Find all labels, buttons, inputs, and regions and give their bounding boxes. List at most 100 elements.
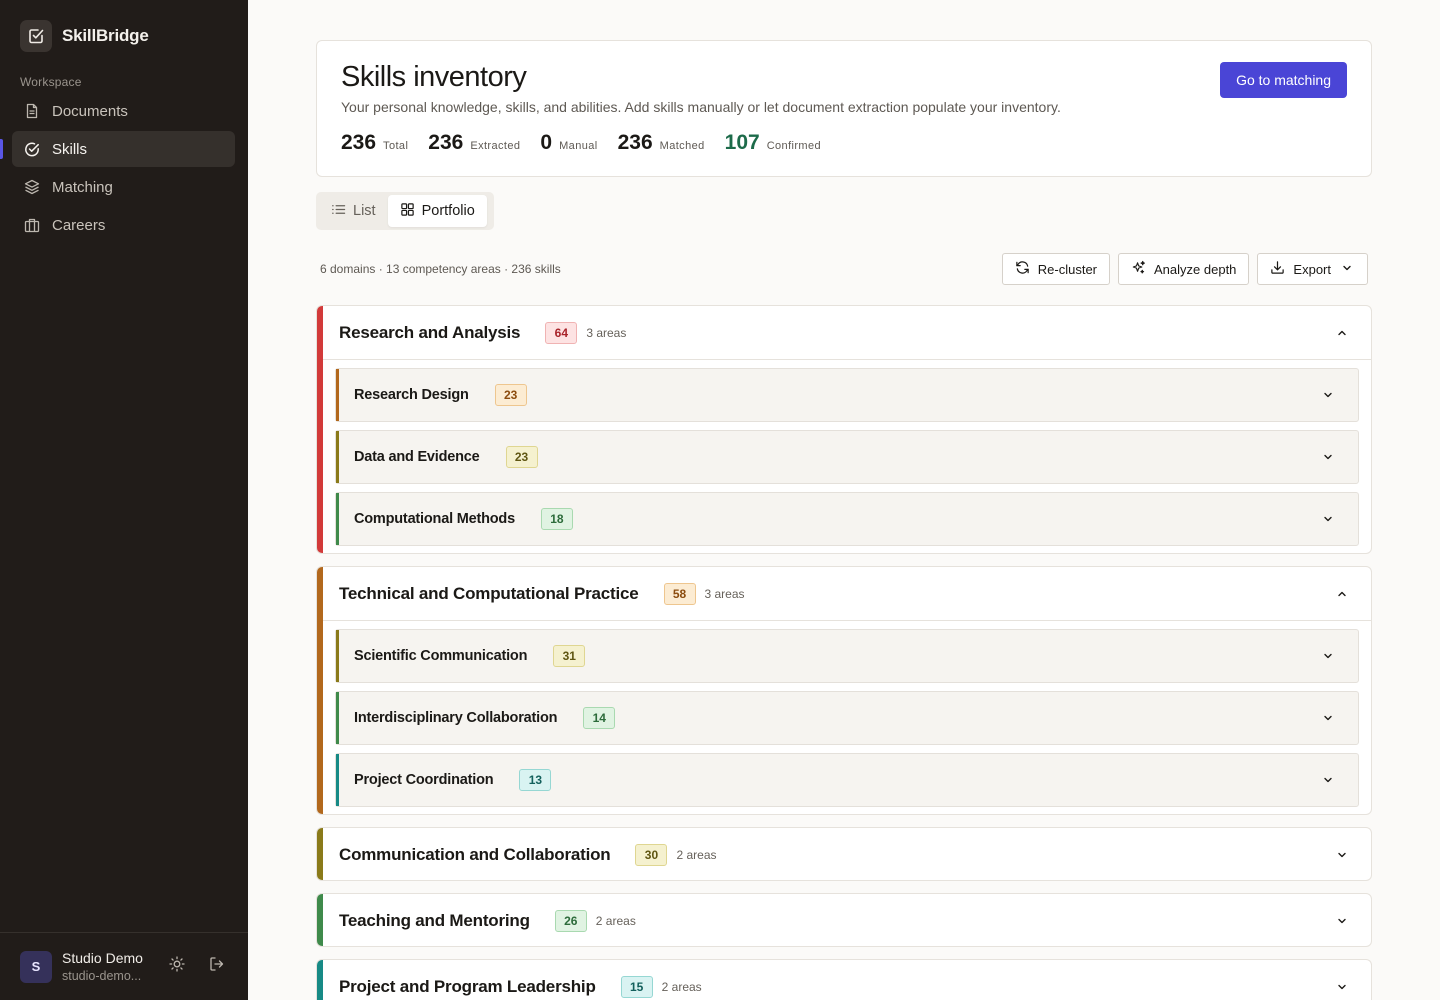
stat-label: Total	[383, 140, 409, 152]
chevron-up-icon[interactable]	[1335, 326, 1349, 340]
area-color-bar	[336, 369, 339, 421]
user-email: studio-demo...	[62, 969, 142, 983]
competency-area[interactable]: Computational Methods 18	[335, 492, 1359, 546]
layers-icon	[24, 179, 40, 195]
area-count-badge: 18	[540, 508, 573, 530]
domain-header[interactable]: Technical and Computational Practice 58 …	[317, 567, 1371, 620]
view-toggle: List Portfolio	[316, 192, 494, 230]
sidebar-item-documents[interactable]: Documents	[12, 93, 235, 129]
chevron-down-icon[interactable]	[1335, 914, 1349, 928]
briefcase-icon	[24, 217, 40, 233]
stat-value: 107	[724, 131, 760, 154]
page-subtitle: Your personal knowledge, skills, and abi…	[341, 99, 1061, 115]
domain-count-badge: 64	[545, 321, 578, 344]
logout-button[interactable]	[203, 953, 231, 981]
stat-value: 236	[341, 131, 377, 154]
sidebar-item-skills[interactable]: Skills	[0, 131, 235, 167]
grid-icon	[400, 202, 415, 221]
brand[interactable]: SkillBridge	[20, 20, 149, 52]
area-count-badge: 13	[519, 769, 552, 791]
chevron-down-icon[interactable]	[1321, 711, 1335, 725]
domain-areas-count: 2 areas	[595, 913, 636, 928]
domain-areas-count: 2 areas	[661, 979, 702, 994]
chevron-down-icon[interactable]	[1321, 388, 1335, 402]
sidebar-item-label: Skills	[52, 140, 88, 158]
competency-area[interactable]: Data and Evidence 23	[335, 430, 1359, 484]
header-card: Skills inventory Your personal knowledge…	[316, 40, 1372, 177]
domain-card: Research and Analysis 64 3 areas Researc…	[316, 305, 1372, 554]
stat-label: Manual	[559, 140, 598, 152]
stat-label: Confirmed	[766, 140, 822, 152]
export-label: Export	[1293, 261, 1331, 277]
sidebar-item-careers[interactable]: Careers	[12, 207, 235, 243]
chevron-down-icon	[1341, 262, 1353, 277]
domain-card: Communication and Collaboration 30 2 are…	[316, 827, 1372, 881]
domain-title: Teaching and Mentoring	[339, 910, 530, 930]
refresh-icon	[1015, 260, 1030, 278]
area-title: Interdisciplinary Collaboration	[354, 710, 558, 726]
stat-label: Extracted	[470, 140, 521, 152]
sidebar-item-label: Careers	[52, 216, 106, 234]
area-count-badge: 23	[494, 384, 527, 406]
user-info: Studio Demo studio-demo...	[62, 950, 152, 983]
portfolio-summary: 6 domains · 13 competency areas · 236 sk…	[320, 262, 561, 276]
stat-extracted: 236 Extracted	[428, 131, 520, 155]
stat-value: 236	[617, 131, 653, 154]
competency-area[interactable]: Scientific Communication 31	[335, 629, 1359, 683]
chevron-down-icon[interactable]	[1321, 773, 1335, 787]
brand-logo-icon	[20, 20, 52, 52]
area-title: Data and Evidence	[354, 449, 480, 465]
sidebar-item-matching[interactable]: Matching	[12, 169, 235, 205]
document-icon	[24, 103, 40, 119]
sun-icon	[169, 956, 185, 977]
domain-title: Technical and Computational Practice	[339, 583, 639, 603]
chevron-down-icon[interactable]	[1321, 512, 1335, 526]
analyze-depth-label: Analyze depth	[1154, 261, 1237, 277]
theme-toggle-button[interactable]	[163, 953, 191, 981]
view-portfolio-button[interactable]: Portfolio	[387, 195, 487, 227]
avatar[interactable]: S	[20, 950, 52, 983]
analyze-depth-button[interactable]: Analyze depth	[1118, 253, 1250, 285]
stat-manual: 0 Manual	[540, 131, 597, 155]
domain-count-badge: 26	[554, 909, 587, 932]
export-dropdown-button[interactable]: Export	[1257, 253, 1368, 285]
domain-count-badge: 30	[635, 843, 668, 866]
stat-label: Matched	[659, 140, 705, 152]
chevron-down-icon[interactable]	[1335, 848, 1349, 862]
go-to-matching-button[interactable]: Go to matching	[1220, 62, 1347, 98]
logout-icon	[209, 956, 225, 977]
recluster-button[interactable]: Re-cluster	[1001, 253, 1111, 285]
domain-card: Technical and Computational Practice 58 …	[316, 566, 1372, 815]
domain-header[interactable]: Research and Analysis 64 3 areas	[317, 306, 1371, 359]
sidebar-item-label: Documents	[52, 102, 128, 120]
chevron-down-icon[interactable]	[1321, 450, 1335, 464]
chevron-down-icon[interactable]	[1335, 980, 1349, 994]
portfolio-toolbar: Re-cluster Analyze depth Export	[1001, 253, 1368, 285]
area-color-bar	[336, 493, 339, 545]
area-title: Computational Methods	[354, 511, 515, 527]
chevron-down-icon[interactable]	[1321, 649, 1335, 663]
domain-header[interactable]: Project and Program Leadership 15 2 area…	[317, 960, 1371, 1000]
domain-areas-count: 3 areas	[586, 325, 627, 340]
competency-area[interactable]: Research Design 23	[335, 368, 1359, 422]
domain-body: Research Design 23 Data and Evidence 23 …	[317, 359, 1371, 546]
area-color-bar	[336, 692, 339, 744]
domain-card: Project and Program Leadership 15 2 area…	[316, 959, 1372, 1000]
list-icon	[331, 202, 346, 221]
page-title: Skills inventory	[341, 61, 527, 93]
view-list-button[interactable]: List	[319, 195, 388, 227]
user-panel: S Studio Demo studio-demo...	[0, 932, 248, 1000]
domain-header[interactable]: Communication and Collaboration 30 2 are…	[317, 828, 1371, 880]
domain-count-badge: 58	[663, 582, 696, 605]
user-name: Studio Demo	[62, 950, 143, 966]
sidebar: SkillBridge Workspace Documents Skills M…	[0, 0, 248, 1000]
domain-areas-count: 2 areas	[676, 847, 717, 862]
area-color-bar	[336, 431, 339, 483]
sidebar-nav: Documents Skills Matching Careers	[0, 93, 235, 245]
sparkles-icon	[1131, 260, 1146, 278]
competency-area[interactable]: Interdisciplinary Collaboration 14	[335, 691, 1359, 745]
domain-header[interactable]: Teaching and Mentoring 26 2 areas	[317, 894, 1371, 946]
chevron-up-icon[interactable]	[1335, 587, 1349, 601]
competency-area[interactable]: Project Coordination 13	[335, 753, 1359, 807]
nav-section-label: Workspace	[20, 75, 82, 89]
